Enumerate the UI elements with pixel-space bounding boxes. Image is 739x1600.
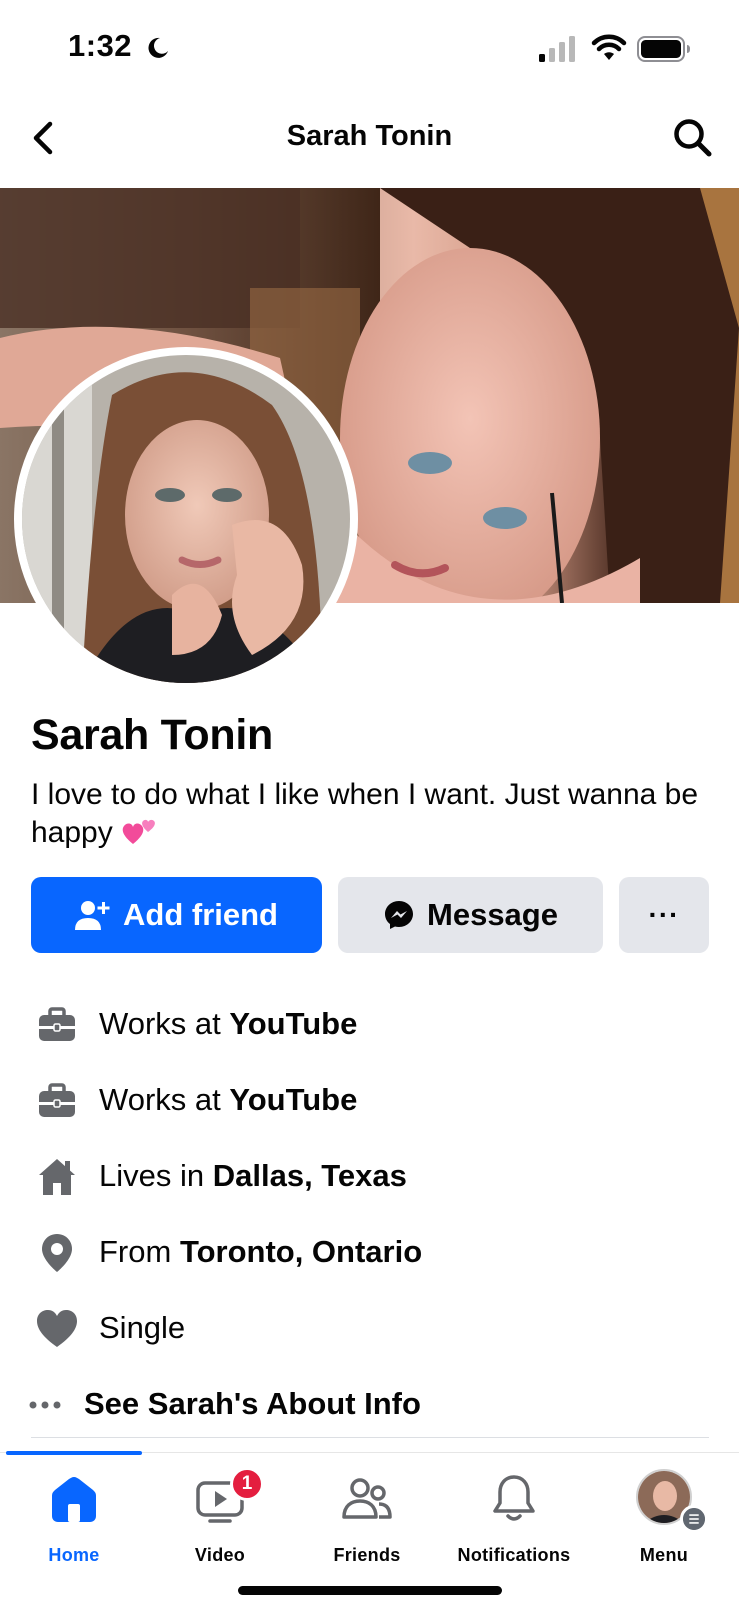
search-icon (674, 119, 712, 157)
bottom-tab-bar: Home 1 Video Friends Notifications Menu (0, 1451, 739, 1600)
detail-prefix: From (99, 1234, 180, 1269)
tab-label: Friends (333, 1545, 401, 1565)
profile-bio: I love to do what I like when I want. Ju… (31, 776, 711, 852)
detail-work-2: Works at YouTube (0, 1072, 739, 1132)
more-options-button[interactable]: ··· (619, 877, 709, 953)
profile-header: Sarah Tonin (0, 100, 739, 188)
wifi-icon (591, 34, 627, 60)
notification-badge: 1 (230, 1467, 264, 1501)
detail-value[interactable]: Toronto, Ontario (180, 1234, 422, 1269)
see-about-info-link[interactable]: See Sarah's About Info (0, 1376, 739, 1436)
detail-from: From Toronto, Ontario (0, 1224, 739, 1284)
profile-avatar[interactable] (14, 347, 358, 691)
divider (31, 1437, 709, 1438)
detail-prefix: Lives in (99, 1158, 213, 1193)
home-icon (52, 1477, 96, 1522)
detail-value[interactable]: YouTube (229, 1082, 357, 1117)
message-label: Message (427, 897, 558, 932)
header-title: Sarah Tonin (286, 120, 453, 152)
briefcase-icon (39, 1007, 75, 1041)
detail-value: Single (99, 1310, 186, 1345)
detail-prefix: Works at (99, 1006, 230, 1041)
tab-home[interactable]: Home (0, 1467, 148, 1567)
tab-menu[interactable]: Menu (590, 1467, 738, 1567)
status-time: 1:32 (68, 28, 133, 63)
message-button[interactable]: Message (338, 877, 603, 953)
detail-prefix: Works at (99, 1082, 230, 1117)
more-horizontal-icon (29, 1401, 61, 1409)
detail-relationship: Single (0, 1300, 739, 1360)
search-button[interactable] (672, 117, 714, 159)
add-person-icon (75, 901, 110, 930)
profile-name: Sarah Tonin (31, 711, 273, 759)
home-icon (39, 1159, 75, 1195)
tab-notifications[interactable]: Notifications (440, 1467, 588, 1567)
detail-value[interactable]: YouTube (229, 1006, 357, 1041)
detail-lives-in: Lives in Dallas, Texas (0, 1148, 739, 1208)
briefcase-icon (39, 1083, 75, 1117)
detail-work-1: Works at YouTube (0, 996, 739, 1056)
bell-icon (493, 1475, 535, 1521)
two-hearts-emoji (122, 819, 156, 844)
tab-video[interactable]: 1 Video (146, 1467, 294, 1567)
friends-icon (342, 1478, 392, 1519)
moon-icon (148, 37, 168, 58)
messenger-icon (385, 901, 414, 929)
add-friend-label: Add friend (123, 897, 278, 932)
tab-label: Notifications (457, 1545, 571, 1565)
tab-label: Menu (639, 1545, 689, 1565)
cellular-signal-icon (539, 36, 575, 62)
more-options-icon: ··· (648, 899, 680, 930)
add-friend-button[interactable]: Add friend (31, 877, 322, 953)
profile-photo (22, 355, 350, 683)
tab-label: Video (194, 1545, 246, 1565)
status-bar: 1:32 (0, 0, 739, 100)
battery-icon (637, 36, 690, 62)
detail-value[interactable]: Dallas, Texas (213, 1158, 407, 1193)
location-pin-icon (42, 1234, 72, 1272)
tab-label: Home (48, 1545, 100, 1565)
active-tab-indicator (6, 1451, 142, 1455)
home-indicator (238, 1586, 502, 1595)
tab-friends[interactable]: Friends (293, 1467, 441, 1567)
see-about-info-label: See Sarah's About Info (84, 1386, 421, 1421)
menu-lines-icon (680, 1505, 708, 1533)
heart-icon (37, 1310, 77, 1347)
